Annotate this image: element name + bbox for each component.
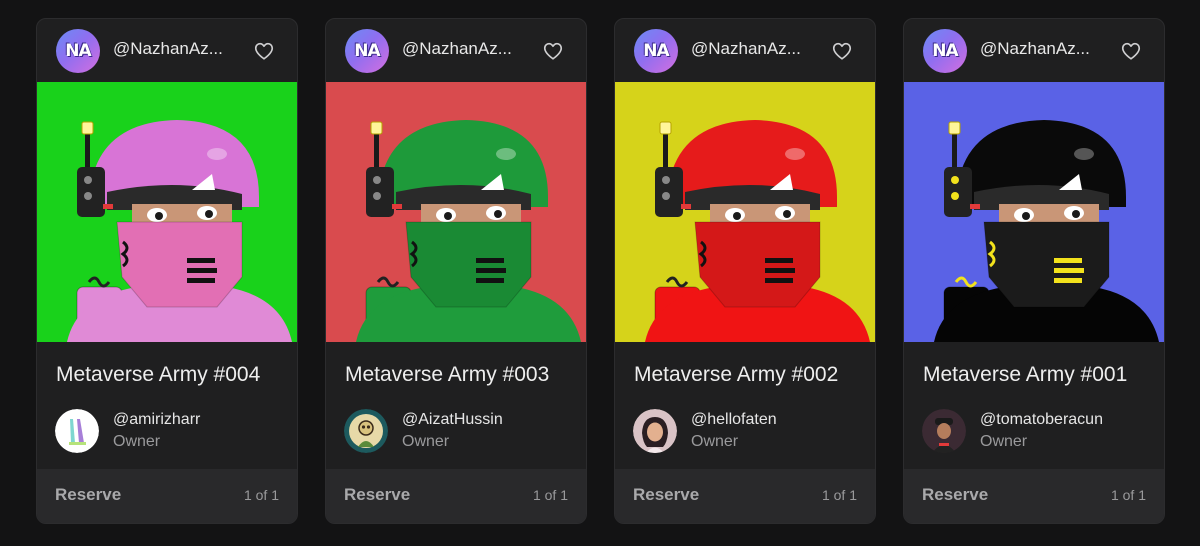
creator-handle[interactable]: @NazhanAz... xyxy=(691,39,811,59)
owner-handle[interactable]: @amirizharr xyxy=(113,411,200,429)
card-footer: Reserve 1 of 1 xyxy=(326,469,586,523)
creator-avatar[interactable]: NA xyxy=(634,29,678,73)
heart-icon[interactable] xyxy=(1120,40,1142,62)
nft-card[interactable]: NA @NazhanAz... Metaverse Army #002 @hel… xyxy=(614,18,876,524)
owner-label: Owner xyxy=(402,433,450,450)
card-header: NA @NazhanAz... xyxy=(326,19,586,82)
nft-artwork[interactable] xyxy=(904,82,1164,342)
edition-count: 1 of 1 xyxy=(243,487,279,503)
heart-icon[interactable] xyxy=(542,40,564,62)
owner-avatar[interactable] xyxy=(922,409,966,453)
card-header: NA @NazhanAz... xyxy=(37,19,297,82)
reserve-button[interactable]: Reserve xyxy=(633,485,699,505)
nft-artwork[interactable] xyxy=(37,82,297,342)
owner-avatar[interactable] xyxy=(55,409,99,453)
owner-handle[interactable]: @AizatHussin xyxy=(402,411,503,429)
creator-handle[interactable]: @NazhanAz... xyxy=(402,39,522,59)
reserve-button[interactable]: Reserve xyxy=(344,485,410,505)
creator-avatar[interactable]: NA xyxy=(345,29,389,73)
edition-count: 1 of 1 xyxy=(532,487,568,503)
reserve-button[interactable]: Reserve xyxy=(922,485,988,505)
nft-title[interactable]: Metaverse Army #001 xyxy=(923,363,1127,387)
owner-label: Owner xyxy=(980,433,1028,450)
nft-title[interactable]: Metaverse Army #002 xyxy=(634,363,838,387)
owner-label: Owner xyxy=(691,433,739,450)
nft-card[interactable]: NA @NazhanAz... Metaverse Army #001 @tom… xyxy=(903,18,1165,524)
edition-count: 1 of 1 xyxy=(1110,487,1146,503)
nft-card[interactable]: NA @NazhanAz... Metaverse Army #004 @ami… xyxy=(36,18,298,524)
owner-avatar[interactable] xyxy=(344,409,388,453)
owner-handle[interactable]: @tomatoberacun xyxy=(980,411,1103,429)
creator-handle[interactable]: @NazhanAz... xyxy=(980,39,1100,59)
card-footer: Reserve 1 of 1 xyxy=(904,469,1164,523)
owner-avatar[interactable] xyxy=(633,409,677,453)
creator-handle[interactable]: @NazhanAz... xyxy=(113,39,233,59)
nft-artwork[interactable] xyxy=(326,82,586,342)
heart-icon[interactable] xyxy=(831,40,853,62)
card-header: NA @NazhanAz... xyxy=(615,19,875,82)
creator-avatar[interactable]: NA xyxy=(56,29,100,73)
nft-card[interactable]: NA @NazhanAz... Metaverse Army #003 @Aiz… xyxy=(325,18,587,524)
card-footer: Reserve 1 of 1 xyxy=(37,469,297,523)
card-footer: Reserve 1 of 1 xyxy=(615,469,875,523)
nft-title[interactable]: Metaverse Army #003 xyxy=(345,363,549,387)
edition-count: 1 of 1 xyxy=(821,487,857,503)
owner-handle[interactable]: @hellofaten xyxy=(691,411,777,429)
card-header: NA @NazhanAz... xyxy=(904,19,1164,82)
reserve-button[interactable]: Reserve xyxy=(55,485,121,505)
nft-artwork[interactable] xyxy=(615,82,875,342)
heart-icon[interactable] xyxy=(253,40,275,62)
nft-title[interactable]: Metaverse Army #004 xyxy=(56,363,260,387)
creator-avatar[interactable]: NA xyxy=(923,29,967,73)
owner-label: Owner xyxy=(113,433,161,450)
